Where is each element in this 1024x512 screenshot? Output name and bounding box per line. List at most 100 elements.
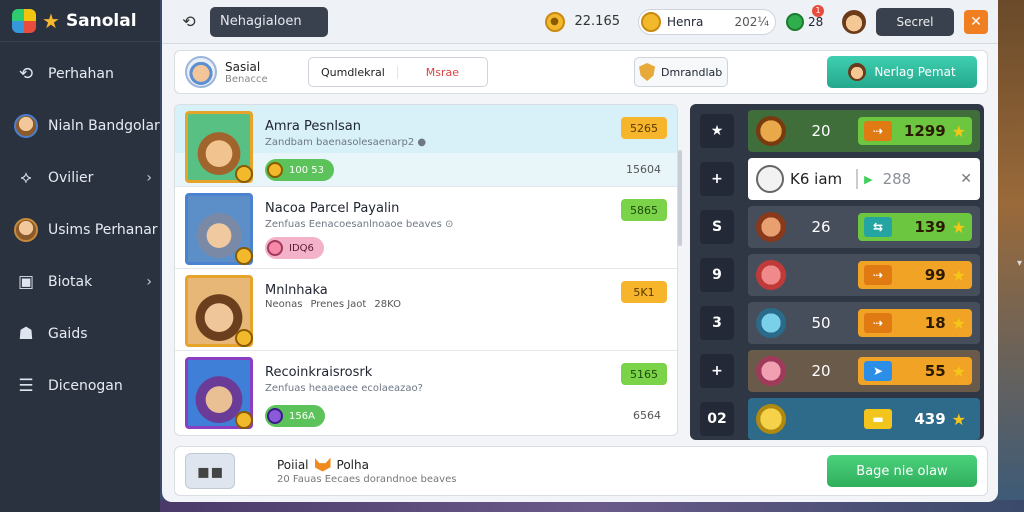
leaderboard-row[interactable]: S 26 ⇆ 139 ★: [694, 204, 980, 250]
leaderboard-row[interactable]: 02 ▬ 439 ★: [694, 396, 980, 442]
currency-pill[interactable]: Henra 202¼: [638, 8, 776, 35]
avatar[interactable]: [185, 56, 217, 88]
list-item[interactable]: Amra Pesnlsan Zandbam baenasolesaenarp2 …: [175, 105, 677, 187]
sidebar-item-6[interactable]: ☰ Dicenogan: [0, 360, 160, 412]
leaderboard-entry: 20 ⇢ 1299 ★: [748, 110, 980, 152]
search-name: K6 iam: [790, 170, 843, 188]
leaderboard-search-row[interactable]: + K6 iam ▶ 288 ✕: [694, 156, 980, 202]
leaderboard-entry: ▬ 439 ★: [748, 398, 980, 440]
star-icon: ★: [951, 409, 966, 429]
hero-value: 6564: [633, 409, 661, 422]
chat-bubble-icon[interactable]: ▪▪: [185, 453, 235, 489]
sidebar-item-1[interactable]: Nialn Bandgolar: [0, 100, 160, 152]
users-icon: ☗: [18, 324, 34, 344]
hero-icon: [756, 308, 786, 338]
price-badge[interactable]: 5865: [621, 199, 667, 221]
arrow-icon: ▬: [864, 409, 892, 429]
footer-action-button[interactable]: Bage nie olaw: [827, 455, 977, 487]
refresh-icon: ⟲: [18, 64, 34, 84]
scroll-indicator-icon[interactable]: ▾: [1017, 258, 1022, 269]
gem-icon: [786, 12, 804, 31]
top-bar: ⟲ Nehagialoen ● 22.165 Henra 202¼ 28 1 S…: [162, 0, 998, 44]
leaderboard-row[interactable]: + 20 ➤ 55 ★: [694, 348, 980, 394]
entry-count: 50: [811, 314, 831, 332]
star-icon: ★: [951, 361, 966, 381]
rank-badge: S: [700, 210, 734, 244]
footer-title-b: Polha: [336, 457, 369, 472]
sidebar-item-4[interactable]: ▣ Biotak ›: [0, 256, 160, 308]
sidebar-item-label: Perhahan: [48, 66, 114, 82]
sidebar-item-label: Nialn Bandgolar: [48, 118, 160, 134]
profile-avatar-icon[interactable]: [842, 9, 866, 34]
hero-icon: [756, 356, 786, 386]
user-button[interactable]: Secrel: [876, 7, 954, 36]
hero-icon: [848, 63, 867, 81]
sidebar-item-label: Dicenogan: [48, 378, 123, 394]
notification-badge: 1: [812, 4, 824, 17]
meta-b: Prenes Jaot: [310, 299, 367, 310]
app-logo: [12, 8, 36, 33]
leaderboard-row[interactable]: 3 50 ⇢ 18 ★: [694, 300, 980, 346]
scrollbar[interactable]: [678, 150, 682, 246]
slider-value: 288: [882, 170, 912, 188]
reward-bar: ⇢ 1299 ★: [858, 117, 972, 145]
hero-portrait: [185, 357, 253, 429]
level-badge-icon: [235, 411, 253, 429]
arrow-icon: ⇢: [864, 121, 892, 141]
hero-tag-label: IDQ6: [289, 242, 314, 254]
level-badge-icon: [235, 165, 253, 183]
trophy-icon: ●: [544, 11, 565, 32]
reward-value: 18: [924, 314, 946, 332]
brand: ★ Sanolal: [0, 0, 160, 42]
sidebar-item-0[interactable]: ⟲ Perhahan: [0, 48, 160, 100]
hero-value: 15604: [626, 163, 661, 176]
meta-a: Neonas: [265, 299, 303, 310]
avatar-icon: [14, 114, 38, 138]
segment-a[interactable]: Qumdlekral: [309, 65, 399, 79]
gem-counter[interactable]: 28 1: [786, 4, 832, 31]
sidebar-item-3[interactable]: Usims Perhanar: [0, 204, 160, 256]
sidebar: ★ Sanolal ⟲ Perhahan Nialn Bandgolar ⟡ O…: [0, 0, 160, 512]
search-box[interactable]: Nehagialoen: [210, 6, 328, 37]
star-icon: ★: [951, 313, 966, 333]
price-badge[interactable]: 5265: [621, 117, 667, 139]
entry-count: 20: [811, 122, 831, 140]
list-icon: ☰: [18, 376, 34, 396]
hero-title: Mnlnhaka: [265, 283, 328, 298]
leaderboard-row[interactable]: 9 ⇢ 99 ★: [694, 252, 980, 298]
header-card: Sasial Benacce Qumdlekral Msrae Dmrandla…: [174, 50, 988, 94]
reward-bar: ⇢ 99 ★: [858, 261, 972, 289]
outline-button[interactable]: Dmrandlab: [633, 57, 728, 87]
value-slider[interactable]: ▶ 288: [856, 169, 952, 189]
top-stat-value: 22.165: [574, 14, 621, 29]
primary-action-label: Nerlag Pemat: [874, 65, 956, 79]
shield-icon: [639, 63, 656, 81]
chevron-right-icon: ›: [146, 170, 152, 186]
list-item[interactable]: Recoinkraisrosrk Zenfuas heaaeaee ecolae…: [175, 351, 677, 433]
list-item[interactable]: Nacoa Parcel Payalin Zenfuas Eenacoesanl…: [175, 187, 677, 269]
hero-icon: [756, 212, 786, 242]
gem-count: 28: [808, 14, 824, 29]
profile-info: Sasial Benacce: [225, 60, 268, 85]
star-icon: ★: [951, 217, 966, 237]
sidebar-item-2[interactable]: ⟡ Ovilier ›: [0, 152, 160, 204]
sidebar-item-5[interactable]: ☗ Gaids: [0, 308, 160, 360]
segment-b[interactable]: Msrae: [398, 66, 487, 79]
leaderboard-entry: 20 ➤ 55 ★: [748, 350, 980, 392]
hero-tag: IDQ6: [265, 237, 324, 259]
close-button[interactable]: ✕: [964, 9, 988, 34]
leaderboard-row[interactable]: ★ 20 ⇢ 1299 ★: [694, 108, 980, 154]
leaderboard-search[interactable]: K6 iam ▶ 288 ✕: [748, 158, 980, 200]
arrow-icon: ➤: [864, 361, 892, 381]
clear-icon[interactable]: ✕: [960, 171, 972, 187]
price-badge[interactable]: 5K1: [621, 281, 667, 303]
primary-action-button[interactable]: Nerlag Pemat: [827, 56, 977, 88]
main-window: ⟲ Nehagialoen ● 22.165 Henra 202¼ 28 1 S…: [162, 0, 998, 502]
chevron-right-icon: ›: [146, 274, 152, 290]
hero-tag: 156A: [265, 405, 325, 427]
shield-badge-icon: [756, 165, 784, 193]
price-badge[interactable]: 5165: [621, 363, 667, 385]
back-icon[interactable]: ⟲: [178, 12, 200, 31]
hero-title: Recoinkraisrosrk: [265, 365, 373, 380]
list-item[interactable]: Mnlnhaka 5K1 Neonas Prenes Jaot 28KO: [175, 269, 677, 351]
